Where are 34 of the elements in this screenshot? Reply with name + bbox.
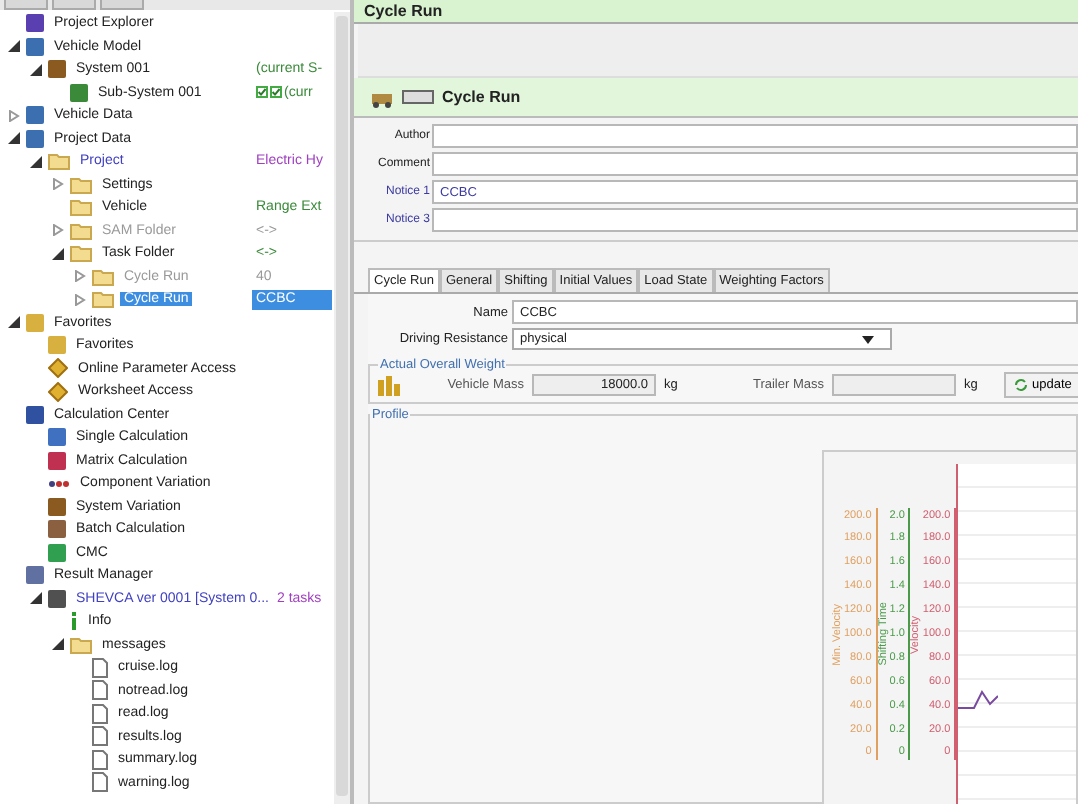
panel-tab[interactable] [100, 0, 144, 10]
expand-arrow-icon[interactable] [30, 155, 42, 168]
dropdown-caret-icon [862, 335, 874, 343]
expand-arrow-icon[interactable] [30, 63, 42, 76]
refresh-icon [1014, 378, 1028, 392]
diamond-icon [48, 381, 68, 402]
folder-icon [70, 244, 92, 263]
expand-arrow-icon[interactable] [52, 247, 64, 260]
editor-title: Cycle Run [442, 88, 521, 106]
profile-line [958, 688, 999, 712]
folder-icon [70, 221, 92, 240]
folder-icon [92, 290, 114, 309]
folder-icon [70, 175, 92, 194]
expand-arrow-icon[interactable] [8, 132, 20, 145]
folder-icon [70, 198, 92, 217]
weight-icon [378, 375, 400, 395]
info-icon [70, 612, 78, 631]
expand-arrow-icon[interactable] [8, 316, 20, 329]
panel-tab[interactable] [4, 0, 48, 10]
text-field[interactable] [432, 208, 1078, 232]
dots-icon [48, 479, 70, 488]
scrollbar-thumb[interactable] [336, 16, 348, 796]
diamond-icon [48, 358, 68, 379]
folder-icon [70, 635, 92, 654]
expand-arrow-icon[interactable] [8, 40, 20, 53]
text-field[interactable] [432, 152, 1078, 176]
folder-icon [48, 152, 70, 171]
editor-tab[interactable]: Cycle Run [354, 0, 1078, 24]
trailer-mass-field[interactable] [832, 374, 956, 396]
panel-tab[interactable] [52, 0, 96, 10]
expand-arrow-icon[interactable] [52, 638, 64, 651]
expand-arrow-icon[interactable] [30, 592, 42, 605]
text-field[interactable] [432, 124, 1078, 148]
folder-icon [92, 267, 114, 286]
